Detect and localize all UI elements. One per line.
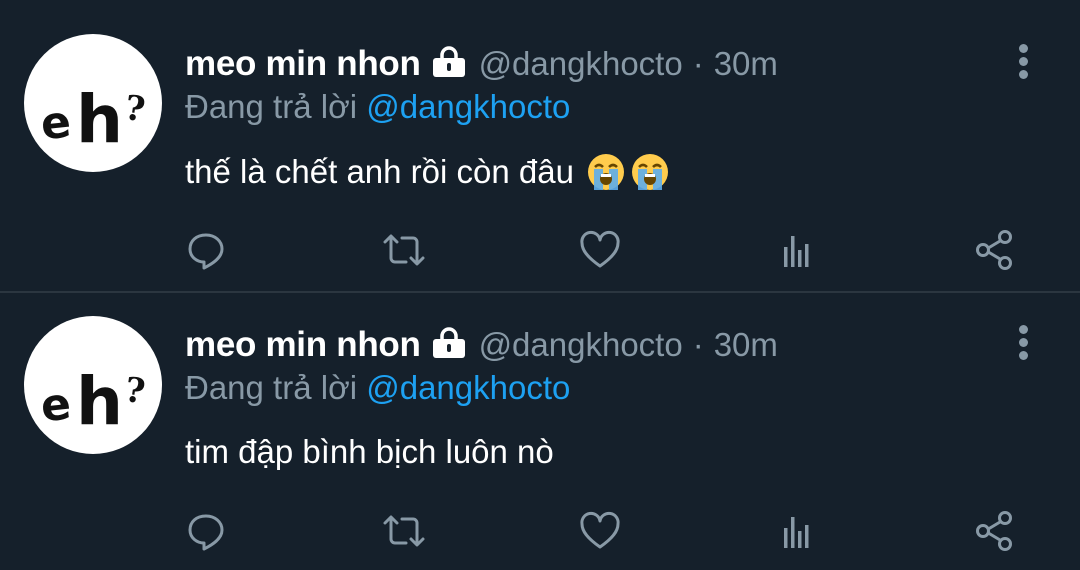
loudly-crying-face-icon: [586, 152, 626, 192]
avatar-image: e h ?: [38, 81, 147, 158]
svg-text:?: ?: [122, 88, 147, 130]
timestamp[interactable]: 30m: [714, 45, 778, 83]
tweet-text-content: tim đập bình bịch luôn nò: [185, 433, 554, 470]
mention-link[interactable]: @dangkhocto: [366, 369, 570, 406]
replying-to: Đang trả lời @dangkhocto: [185, 88, 570, 126]
handle[interactable]: @dangkhocto: [479, 45, 683, 83]
svg-text:h: h: [76, 363, 123, 440]
replying-to: Đang trả lời @dangkhocto: [185, 369, 570, 407]
separator: ·: [692, 45, 704, 82]
svg-text:h: h: [76, 81, 123, 158]
tweet-actions: [0, 509, 1080, 553]
svg-text:?: ?: [122, 370, 147, 412]
reply-icon[interactable]: [184, 228, 228, 272]
replying-label: Đang trả lời: [185, 88, 358, 125]
tweet-text: tim đập bình bịch luôn nò: [185, 433, 554, 471]
replying-label: Đang trả lời: [185, 369, 358, 406]
tweet-text: thế là chết anh rồi còn đâu: [185, 152, 670, 192]
handle[interactable]: @dangkhocto: [479, 326, 683, 364]
tweet-header: meo min nhon @dangkhocto · 30m: [185, 42, 778, 86]
analytics-icon[interactable]: [775, 509, 819, 553]
avatar[interactable]: e h ?: [24, 34, 162, 172]
more-vertical-icon[interactable]: [1010, 325, 1040, 361]
timestamp[interactable]: 30m: [714, 326, 778, 364]
heart-icon[interactable]: [578, 228, 622, 272]
tweet-feed: e h ? meo min nhon @dangkhocto · 30m Đan…: [0, 0, 1080, 570]
heart-icon[interactable]: [578, 509, 622, 553]
share-icon[interactable]: [973, 228, 1017, 272]
display-name[interactable]: meo min nhon: [185, 44, 421, 84]
reply-icon[interactable]: [184, 509, 228, 553]
avatar[interactable]: e h ?: [24, 316, 162, 454]
share-icon[interactable]: [973, 509, 1017, 553]
tweet-actions: [0, 228, 1080, 272]
tweet[interactable]: e h ? meo min nhon @dangkhocto · 30m Đan…: [0, 0, 1080, 285]
retweet-icon[interactable]: [382, 228, 426, 272]
tweet-header: meo min nhon @dangkhocto · 30m: [185, 323, 778, 367]
retweet-icon[interactable]: [382, 509, 426, 553]
tweet-text-content: thế là chết anh rồi còn đâu: [185, 153, 574, 190]
lock-icon: [431, 45, 467, 83]
tweet[interactable]: e h ? meo min nhon @dangkhocto · 30m Đan…: [0, 293, 1080, 570]
mention-link[interactable]: @dangkhocto: [366, 88, 570, 125]
loudly-crying-face-icon: [630, 152, 670, 192]
more-vertical-icon[interactable]: [1010, 44, 1040, 80]
svg-text:e: e: [38, 378, 73, 432]
separator: ·: [692, 326, 704, 363]
avatar-image: e h ?: [38, 363, 147, 440]
display-name[interactable]: meo min nhon: [185, 325, 421, 365]
lock-icon: [431, 326, 467, 364]
analytics-icon[interactable]: [775, 228, 819, 272]
svg-text:e: e: [38, 96, 73, 150]
